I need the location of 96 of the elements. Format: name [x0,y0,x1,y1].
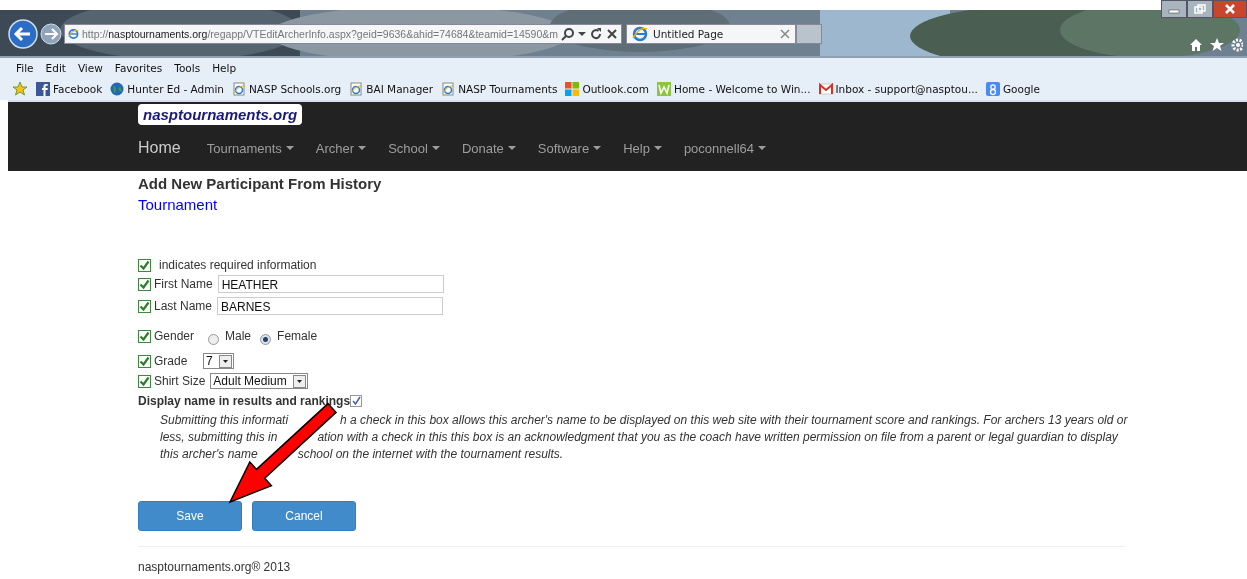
menu-item[interactable]: Tools [168,62,207,74]
disclaimer-text: h a check in this box allows this archer's name to be displayed on this web site with their tournament score and rankings. For archers 13 years old or [340,412,1128,429]
favorite-link[interactable]: NASP Tournaments [441,82,558,96]
browser-tab[interactable]: Untitled Page [626,24,796,44]
field-label: Grade [154,354,189,368]
nav-menu[interactable]: poconnell64 [683,140,766,156]
facebook-icon [36,82,50,96]
footer-text: nasptournaments.org® 2013 [138,560,292,574]
checkmark-icon [351,396,361,405]
home-icon [1189,38,1203,52]
caret-icon [285,146,294,150]
webpage-icon [349,82,364,96]
url-text: http://nasptournaments.org/regapp/VTEditArcherInfo.aspx?geid=9636&ahid=74684&teamid=14590&m [81,28,558,40]
caret-icon [218,354,232,368]
caret-icon [292,374,306,388]
webpage-icon [232,82,246,96]
dropdown-field[interactable]: Adult Medium [210,373,308,389]
favorite-link[interactable]: Google [985,82,1040,96]
restore-button[interactable] [1187,0,1213,18]
check-icon [138,277,151,291]
field-label: Gender [154,329,195,343]
disclaimer-text: Submitting this informati [160,412,289,429]
minimize-button[interactable] [1161,0,1187,18]
nav-menu[interactable]: School [388,140,440,156]
nav-menu[interactable]: Tournaments [206,140,294,156]
disclaimer-text: less, submitting this in [160,429,278,446]
favorites-star-icon [12,81,28,97]
caret-icon [593,146,602,150]
mail-icon [818,82,833,96]
menu-item[interactable]: Favorites [108,62,169,74]
google-icon [985,82,1000,96]
favorite-link[interactable]: NASP Schools.org [232,82,342,96]
check-icon [138,299,151,313]
nav-link[interactable]: Home [138,139,181,157]
globe-icon [110,82,125,96]
field-label: Last Name [154,299,213,313]
close-icon [1224,4,1236,14]
menu-item[interactable]: Edit [39,62,72,74]
check-icon [138,374,151,388]
restore-icon [1194,4,1206,14]
radio-button[interactable] [208,333,220,345]
caret-icon [758,146,766,150]
field-label: First Name [154,277,213,291]
caret-icon [507,146,516,150]
dropdown-field[interactable]: 7 [203,353,234,369]
settings-icon [1231,38,1243,52]
check-icon [138,354,151,368]
text-field[interactable]: HEATHER [217,275,444,293]
w-tile-icon [657,82,672,96]
nav-menu[interactable]: Donate [461,140,516,156]
forward-icon [40,23,62,45]
back-icon [8,19,38,49]
nav-menu[interactable]: Software [537,140,602,156]
option-label: Male [225,329,252,343]
favorite-link[interactable]: Hunter Ed - Admin [110,82,224,96]
disclaimer-text: this archer's name [160,446,258,463]
close-icon [780,29,790,39]
search-icon [561,27,575,41]
field-label: Shirt Size [154,374,206,388]
close-icon [606,28,618,40]
menu-item[interactable]: File [10,62,40,74]
tournament-link[interactable]: Tournament [138,196,1125,213]
favorite-link[interactable]: Home - Welcome to Win... [657,82,811,96]
address-field[interactable]: http://nasptournaments.org/regapp/VTEditArcherInfo.aspx?geid=9636&ahid=74684&teamid=14590&m [64,24,622,44]
disclaimer-text: ation with a check in this this box is an acknowledgment that you as the coach have written permission on file from a parent or legal guardian to display [317,429,1118,446]
favorite-link[interactable]: Outlook.com [565,82,650,96]
text-field[interactable]: BARNES [217,297,444,315]
disclaimer-text: school on the internet with the tournament results. [297,446,564,463]
check-icon [138,329,151,343]
browser-icon [632,26,648,42]
page-title: Add New Participant From History [138,175,383,192]
option-label: Female [277,329,318,343]
favorite-link[interactable]: BAI Manager [349,82,434,96]
caret-icon [431,146,440,150]
webpage-icon [441,82,456,96]
consent-label: Display name in results and rankings [138,393,351,408]
form-button[interactable]: Save [138,501,242,531]
favorite-link[interactable]: Inbox - support@nasptou... [818,82,978,96]
star-icon [1210,38,1224,52]
windows-icon [565,82,580,96]
radio-button[interactable] [260,333,272,345]
menu-item[interactable]: View [71,62,109,74]
browser-icon [68,26,79,42]
menu-item[interactable]: Help [206,62,243,74]
nav-menu[interactable]: Help [623,140,662,156]
caret-icon [358,146,367,150]
form-button[interactable]: Cancel [252,501,356,531]
check-icon [138,258,151,272]
refresh-icon [589,27,603,41]
site-logo[interactable]: nasptournaments.org [138,104,303,125]
caret-icon [653,146,662,150]
legend-text: indicates required information [159,258,317,272]
checkbox[interactable] [350,394,363,407]
nav-menu[interactable]: Archer [315,140,367,156]
close-button[interactable] [1213,0,1247,18]
favorite-link[interactable]: Facebook [36,82,103,96]
